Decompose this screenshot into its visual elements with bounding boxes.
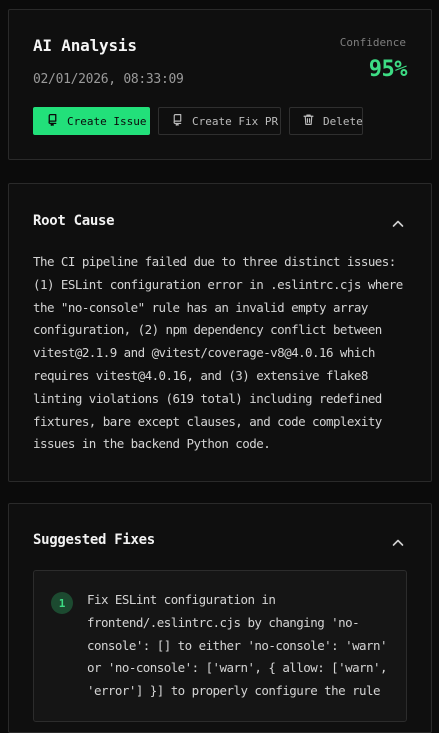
- git-pull-request-icon: [46, 113, 59, 129]
- create-fix-pr-button[interactable]: Create Fix PR: [158, 107, 281, 135]
- fix-number-badge: 1: [51, 592, 73, 614]
- action-bar: Create Issue Create Fix PR Delete: [33, 107, 363, 135]
- analysis-title: AI Analysis: [33, 36, 137, 55]
- delete-button[interactable]: Delete: [289, 107, 363, 135]
- confidence-label: Confidence: [339, 36, 406, 49]
- chevron-up-icon[interactable]: [391, 216, 405, 230]
- trash-icon: [302, 113, 315, 129]
- root-cause-title: Root Cause: [33, 213, 115, 229]
- fix-text: Fix ESLint configuration in frontend/.es…: [87, 592, 388, 699]
- suggested-fixes-card: Suggested Fixes 1 Fix ESLint configurati…: [8, 503, 432, 733]
- confidence-value: 95%: [368, 57, 408, 82]
- create-fix-pr-label: Create Fix PR: [192, 114, 279, 128]
- analysis-card: AI Analysis 02/01/2026, 08:33:09 Confide…: [8, 9, 432, 160]
- create-issue-button[interactable]: Create Issue: [33, 107, 150, 135]
- suggested-fixes-title: Suggested Fixes: [33, 532, 155, 548]
- chevron-up-icon[interactable]: [391, 535, 405, 549]
- fix-item: 1 Fix ESLint configuration in frontend/.…: [33, 570, 407, 722]
- create-issue-label: Create Issue: [67, 114, 147, 128]
- root-cause-text: The CI pipeline failed due to three dist…: [33, 254, 403, 452]
- root-cause-card: Root Cause The CI pipeline failed due to…: [8, 183, 432, 482]
- delete-label: Delete: [323, 114, 363, 128]
- git-pull-request-icon: [171, 113, 184, 129]
- analysis-timestamp: 02/01/2026, 08:33:09: [33, 72, 184, 87]
